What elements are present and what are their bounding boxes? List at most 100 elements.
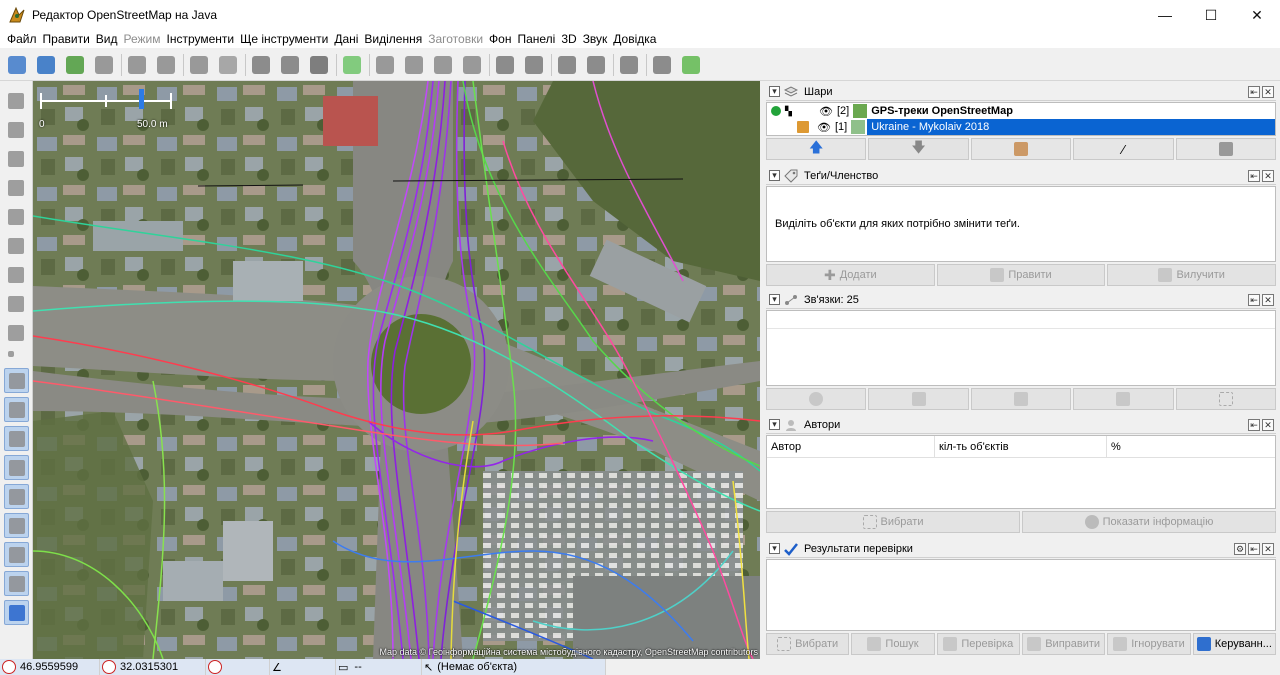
- pin-icon[interactable]: ⇤: [1248, 170, 1260, 182]
- notes-toggle-button[interactable]: [4, 542, 29, 567]
- close-panel-icon[interactable]: ✕: [1262, 86, 1274, 98]
- shop-button[interactable]: [678, 52, 704, 78]
- pin-icon[interactable]: ⇤: [1248, 294, 1260, 306]
- more-tools-button[interactable]: [4, 350, 29, 360]
- menu-item[interactable]: Дані: [331, 32, 361, 46]
- history-toggle-button[interactable]: [4, 513, 29, 538]
- longitude-field[interactable]: 32.0315301: [100, 659, 206, 675]
- eye-icon[interactable]: 👁: [817, 121, 831, 134]
- relation-delete-button[interactable]: [1073, 388, 1174, 410]
- menu-item[interactable]: Заготовки: [425, 32, 486, 46]
- zoom-tool-button[interactable]: [4, 176, 29, 201]
- upload-button[interactable]: [91, 52, 117, 78]
- latitude-field[interactable]: 46.9559599: [0, 659, 100, 675]
- validation-results-list[interactable]: [766, 559, 1276, 631]
- collapse-icon[interactable]: ▾: [769, 543, 780, 554]
- relation-duplicate-button[interactable]: [970, 388, 1072, 410]
- undo-button[interactable]: [124, 52, 150, 78]
- validation-toggle-button[interactable]: [4, 600, 29, 625]
- maximize-button[interactable]: ☐: [1188, 0, 1234, 30]
- delete-button[interactable]: [186, 52, 212, 78]
- relation-edit-button[interactable]: [868, 388, 969, 410]
- extrude-tool-button[interactable]: [4, 263, 29, 288]
- menu-item[interactable]: Правити: [40, 32, 93, 46]
- eye-icon[interactable]: 👁: [819, 105, 833, 118]
- close-button[interactable]: ✕: [1234, 0, 1280, 30]
- move-down-button[interactable]: 🡇: [868, 138, 969, 160]
- collapse-icon[interactable]: ▾: [769, 419, 780, 430]
- add-tag-button[interactable]: ✚ Додати: [766, 264, 935, 286]
- delete-tool-button[interactable]: [4, 205, 29, 230]
- draw-tool-button[interactable]: [4, 147, 29, 172]
- close-panel-icon[interactable]: ✕: [1262, 543, 1274, 555]
- layer-row-imagery[interactable]: 👁 [1] Ukraine - Mykolaiv 2018: [767, 119, 1275, 135]
- select-tool-button[interactable]: [4, 89, 29, 114]
- authors-toggle-button[interactable]: [4, 484, 29, 509]
- download-button[interactable]: [62, 52, 88, 78]
- close-panel-icon[interactable]: ✕: [1262, 294, 1274, 306]
- factory-button[interactable]: [649, 52, 675, 78]
- selection-list-toggle-button[interactable]: [4, 455, 29, 480]
- settings-icon[interactable]: ⚙: [1234, 543, 1246, 555]
- refresh-button[interactable]: [306, 52, 332, 78]
- delete-tag-button[interactable]: Вилучити: [1107, 264, 1277, 286]
- relations-list[interactable]: [766, 310, 1276, 386]
- warning-button[interactable]: [554, 52, 580, 78]
- building-tool-button[interactable]: [4, 321, 29, 346]
- validation-search-button[interactable]: Пошук: [851, 633, 935, 655]
- collapse-icon[interactable]: ▾: [769, 86, 780, 97]
- validation-select-button[interactable]: Вибрати: [766, 633, 850, 655]
- menu-item[interactable]: Інструменти: [163, 32, 237, 46]
- castle-button[interactable]: [616, 52, 642, 78]
- validation-ignore-button[interactable]: Ігнорувати: [1107, 633, 1191, 655]
- menu-item[interactable]: Виділення: [361, 32, 425, 46]
- col-author[interactable]: Автор: [767, 436, 935, 457]
- collapse-icon[interactable]: ▾: [769, 294, 780, 305]
- bus-button[interactable]: [521, 52, 547, 78]
- menu-item[interactable]: Фон: [486, 32, 514, 46]
- menu-item[interactable]: Ще інструменти: [237, 32, 331, 46]
- menu-item[interactable]: Вид: [93, 32, 121, 46]
- layer-name[interactable]: GPS-треки OpenStreetMap: [871, 105, 1013, 117]
- tags-toggle-button[interactable]: [4, 397, 29, 422]
- combine-way-button[interactable]: [277, 52, 303, 78]
- close-panel-icon[interactable]: ✕: [1262, 170, 1274, 182]
- delete-layer-button[interactable]: [1175, 138, 1277, 160]
- validation-check-button[interactable]: Перевірка: [936, 633, 1020, 655]
- minimize-button[interactable]: —: [1142, 0, 1188, 30]
- active-layer-icon[interactable]: [771, 106, 781, 116]
- map-attribution[interactable]: Map data © Геоінформаційна система місто…: [380, 647, 758, 657]
- authors-select-button[interactable]: Вибрати: [766, 511, 1020, 533]
- preset-road-button[interactable]: [459, 52, 485, 78]
- collapse-icon[interactable]: ▾: [769, 170, 780, 181]
- layer-name[interactable]: Ukraine - Mykolaiv 2018: [867, 119, 1275, 135]
- move-up-button[interactable]: 🡅: [766, 138, 867, 160]
- preset-highlight-button[interactable]: [339, 52, 365, 78]
- layer-row-gps[interactable]: ▚ 👁 [2] GPS-треки OpenStreetMap: [767, 103, 1275, 119]
- layer-opacity-button[interactable]: ⁄: [1073, 138, 1174, 160]
- map-view[interactable]: 0 50.0 m Map data © Геоінформаційна сист…: [33, 81, 760, 659]
- lasso-tool-button[interactable]: [4, 118, 29, 143]
- restaurant-button[interactable]: [583, 52, 609, 78]
- menu-item[interactable]: Звук: [580, 32, 611, 46]
- relations-toggle-button[interactable]: [4, 426, 29, 451]
- menu-item[interactable]: Довідка: [610, 32, 659, 46]
- menu-item[interactable]: 3D: [558, 32, 579, 46]
- relation-select-button[interactable]: [1175, 388, 1277, 410]
- col-percent[interactable]: %: [1107, 436, 1275, 457]
- validation-fix-button[interactable]: Виправити: [1021, 633, 1106, 655]
- conflicts-toggle-button[interactable]: [4, 571, 29, 596]
- show-info-button[interactable]: Показати інформацію: [1022, 511, 1276, 533]
- preset-pole-button[interactable]: [430, 52, 456, 78]
- activate-layer-button[interactable]: [970, 138, 1072, 160]
- layers-toggle-button[interactable]: [4, 368, 29, 393]
- validation-manage-button[interactable]: Керуванн...: [1192, 633, 1276, 655]
- parallel-tool-button[interactable]: [4, 234, 29, 259]
- open-file-button[interactable]: [4, 52, 30, 78]
- pin-icon[interactable]: ⇤: [1248, 86, 1260, 98]
- car-button[interactable]: [492, 52, 518, 78]
- improve-way-tool-button[interactable]: [4, 292, 29, 317]
- relations-filter-field[interactable]: [767, 311, 1275, 329]
- relation-settings-button[interactable]: [766, 388, 867, 410]
- preset-wall-button[interactable]: [401, 52, 427, 78]
